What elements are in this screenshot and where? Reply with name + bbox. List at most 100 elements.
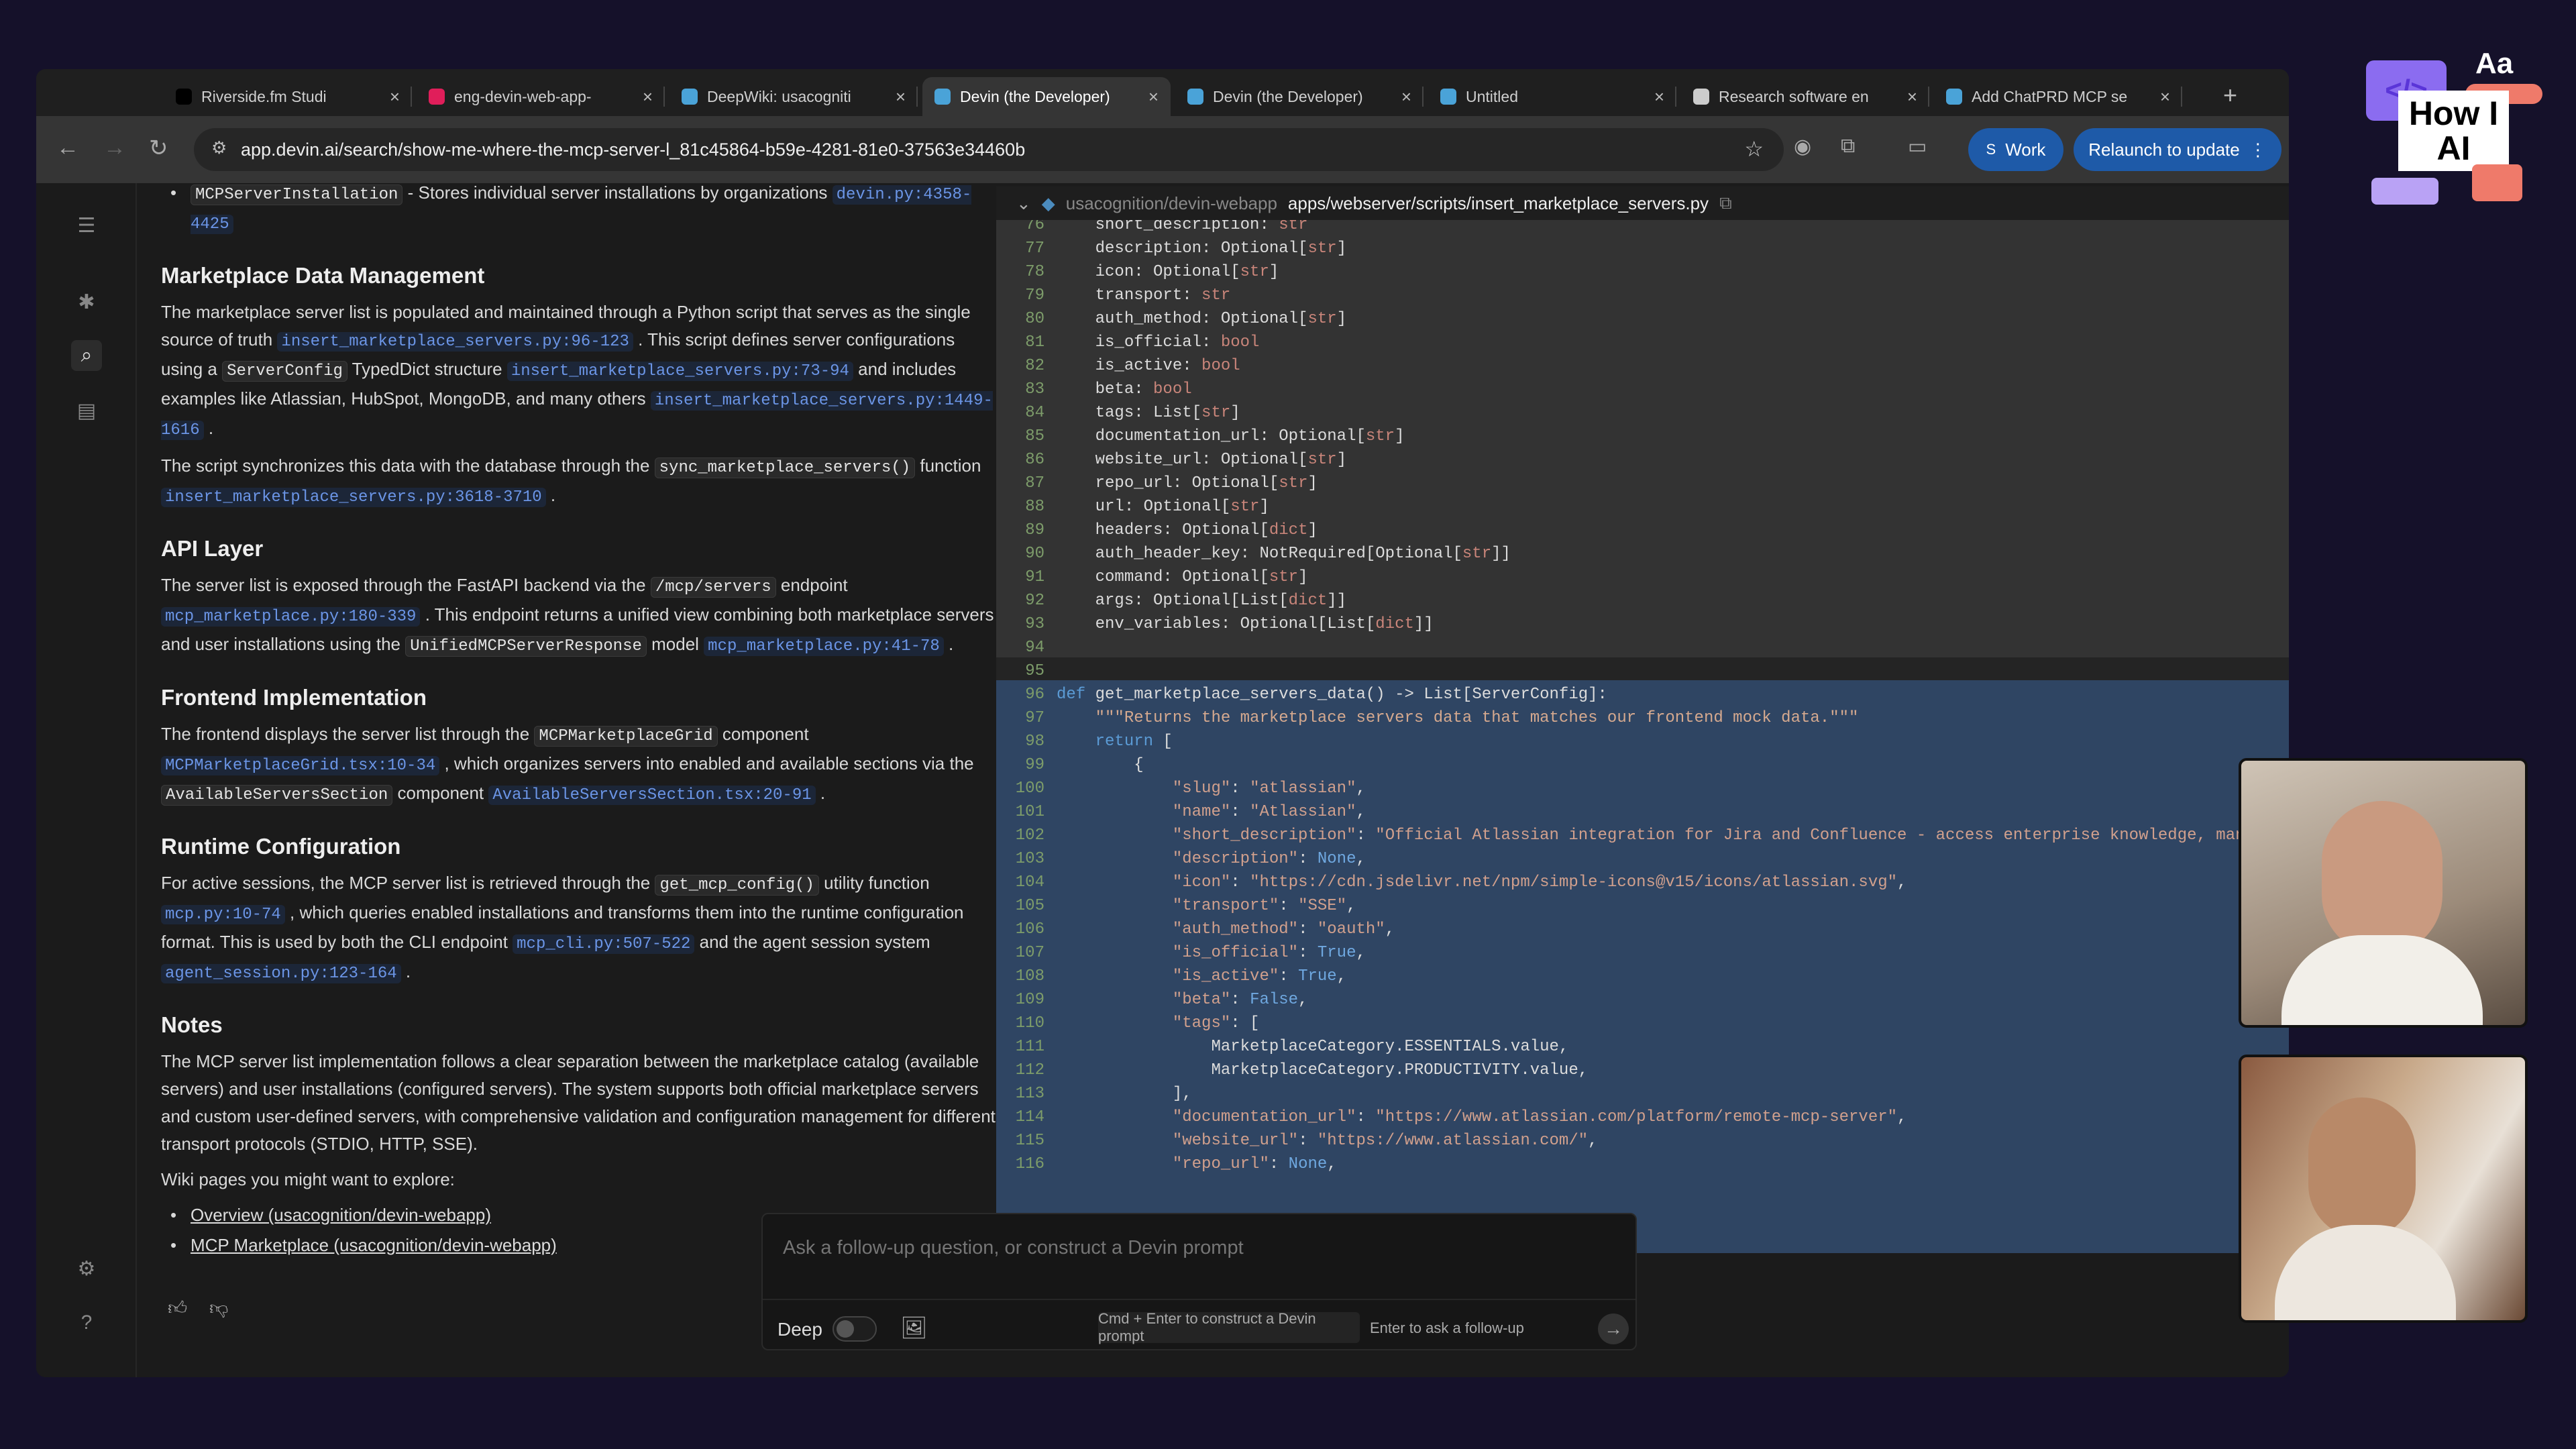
code-token: str xyxy=(1462,545,1492,563)
relaunch-button[interactable]: Relaunch to update ⋮ xyxy=(2074,128,2282,171)
copy-icon[interactable]: ⧉ xyxy=(1719,193,1732,214)
code-line: 81 is_official: bool xyxy=(996,331,1259,354)
tab-separator xyxy=(916,87,918,107)
follow-up-input[interactable] xyxy=(783,1228,1615,1268)
line-number: 87 xyxy=(1025,474,1044,492)
source-link[interactable]: mcp_marketplace.py:41-78 xyxy=(704,637,944,656)
code-line: 112 MarketplaceCategory.PRODUCTIVITY.val… xyxy=(996,1059,1588,1082)
inline-code: MCPServerInstallation xyxy=(191,184,403,205)
menu-icon[interactable]: ☰ xyxy=(71,210,102,241)
tab-separator xyxy=(2181,87,2182,107)
source-link[interactable]: AvailableServersSection.tsx:20-91 xyxy=(488,786,816,805)
browser-tab[interactable]: eng-devin-web-app- × xyxy=(417,77,665,116)
tab-close-icon[interactable]: × xyxy=(643,87,653,107)
source-link[interactable]: mcp_cli.py:507-522 xyxy=(513,934,695,954)
browser-tab[interactable]: Devin (the Developer) × xyxy=(1175,77,1424,116)
back-button[interactable]: ← xyxy=(56,135,79,161)
tab-close-icon[interactable]: × xyxy=(1907,87,1917,107)
source-link[interactable]: insert_marketplace_servers.py:73-94 xyxy=(506,362,853,381)
tab-favicon-icon xyxy=(1693,89,1709,105)
wiki-link[interactable]: MCP Marketplace (usacognition/devin-weba… xyxy=(191,1235,557,1255)
source-link[interactable]: insert_marketplace_servers.py:96-123 xyxy=(277,332,633,352)
url-text[interactable]: app.devin.ai/search/show-me-where-the-mc… xyxy=(241,140,1025,160)
line-number: 115 xyxy=(1015,1132,1044,1150)
code-token: ]] xyxy=(1491,545,1511,563)
browser-tab[interactable]: Devin (the Developer) × xyxy=(922,77,1171,116)
address-bar[interactable]: ⚙ app.devin.ai/search/show-me-where-the-… xyxy=(194,128,1784,171)
tab-close-icon[interactable]: × xyxy=(1654,87,1664,107)
bookmark-star-icon[interactable]: ☆ xyxy=(1744,136,1764,162)
code-token: def xyxy=(1057,686,1086,704)
section-heading: API Layer xyxy=(161,534,1000,564)
source-link[interactable]: MCPMarketplaceGrid.tsx:10-34 xyxy=(161,756,440,775)
line-number: 100 xyxy=(1015,780,1044,798)
tab-close-icon[interactable]: × xyxy=(1148,87,1159,107)
help-icon[interactable]: ? xyxy=(71,1307,102,1338)
code-token: return xyxy=(1057,733,1154,751)
code-token: False xyxy=(1250,991,1299,1009)
tab-close-icon[interactable]: × xyxy=(2160,87,2170,107)
code-token: "description" xyxy=(1057,850,1299,868)
tab-search-icon[interactable]: ▭ xyxy=(1908,135,1927,158)
code-token: "beta" xyxy=(1057,991,1231,1009)
thumbs-up-button[interactable]: 👍︎ xyxy=(168,1297,187,1320)
deep-toggle[interactable] xyxy=(833,1316,877,1342)
tab-close-icon[interactable]: × xyxy=(390,87,400,107)
tab-separator xyxy=(411,87,412,107)
settings-gear-icon[interactable]: ⚙ xyxy=(71,1253,102,1284)
wiki-book-icon[interactable]: ▤ xyxy=(71,395,102,426)
line-number: 96 xyxy=(1025,686,1044,704)
repo-name[interactable]: usacognition/devin-webapp xyxy=(1066,193,1277,214)
code-token: get_marketplace_servers_data() -> List[S… xyxy=(1085,686,1607,704)
forward-button[interactable]: → xyxy=(103,135,126,161)
code-token: ] xyxy=(1307,474,1318,492)
source-link[interactable]: mcp.py:10-74 xyxy=(161,905,285,924)
reload-button[interactable]: ↻ xyxy=(149,135,168,162)
browser-tab[interactable]: Research software en × xyxy=(1681,77,1929,116)
extensions-puzzle-icon[interactable]: ⧉ xyxy=(1841,135,1855,158)
image-upload-icon[interactable]: 🖼︎ xyxy=(900,1315,928,1340)
line-number: 99 xyxy=(1025,756,1044,774)
source-link[interactable]: insert_marketplace_servers.py:3618-3710 xyxy=(161,488,546,507)
browser-tab[interactable]: DeepWiki: usacogniti × xyxy=(669,77,918,116)
text: . xyxy=(545,485,556,505)
collapse-chevron-icon[interactable]: ⌄ xyxy=(1016,193,1031,214)
browser-tab[interactable]: Add ChatPRD MCP se × xyxy=(1934,77,2182,116)
send-button[interactable]: → xyxy=(1598,1313,1629,1344)
code-token: str xyxy=(1307,310,1337,328)
devin-logo-icon[interactable]: ✱ xyxy=(71,286,102,317)
tab-close-icon[interactable]: × xyxy=(896,87,906,107)
more-menu-icon[interactable]: ⋮ xyxy=(2249,140,2267,160)
code-token: "short_description" xyxy=(1057,826,1356,845)
code-token: documentation_url: Optional[ xyxy=(1057,427,1366,445)
code-token: , xyxy=(1356,944,1366,962)
wiki-link[interactable]: Overview (usacognition/devin-webapp) xyxy=(191,1205,491,1225)
code-token: str xyxy=(1307,451,1337,469)
browser-tab[interactable]: Riverside.fm Studi × xyxy=(164,77,412,116)
browser-tab[interactable]: Untitled × xyxy=(1428,77,1676,116)
code-token: ] xyxy=(1336,310,1347,328)
source-link[interactable]: agent_session.py:123-164 xyxy=(161,964,401,983)
file-path[interactable]: apps/webserver/scripts/insert_marketplac… xyxy=(1288,193,1709,214)
code-token: ] xyxy=(1307,521,1318,539)
source-link[interactable]: mcp_marketplace.py:180-339 xyxy=(161,607,421,627)
search-icon[interactable]: ⌕ xyxy=(71,340,102,371)
extension-icon[interactable]: ◉ xyxy=(1794,135,1811,158)
code-token: auth_header_key: NotRequired[Optional[ xyxy=(1057,545,1462,563)
profile-button[interactable]: S Work xyxy=(1968,128,2063,171)
code-line: 113 ], xyxy=(996,1082,1192,1106)
tab-close-icon[interactable]: × xyxy=(1401,87,1411,107)
line-number: 98 xyxy=(1025,733,1044,751)
site-settings-icon[interactable]: ⚙ xyxy=(211,138,227,158)
line-number: 108 xyxy=(1015,967,1044,985)
code-token: "atlassian" xyxy=(1250,780,1356,798)
person-shirt xyxy=(2275,1225,2456,1320)
new-tab-button[interactable]: + xyxy=(2223,81,2237,109)
code-viewer: 76 short_description: str 77 description:… xyxy=(996,186,2289,1253)
code-token: : xyxy=(1230,991,1250,1009)
code-line: 98 return [ xyxy=(996,730,1173,753)
thumbs-down-button[interactable]: 👎︎ xyxy=(209,1297,228,1320)
code-file-header: ⌄ ◆ usacognition/devin-webapp apps/webse… xyxy=(996,186,2289,220)
line-number: 82 xyxy=(1025,357,1044,375)
code-token: bool xyxy=(1153,380,1192,398)
